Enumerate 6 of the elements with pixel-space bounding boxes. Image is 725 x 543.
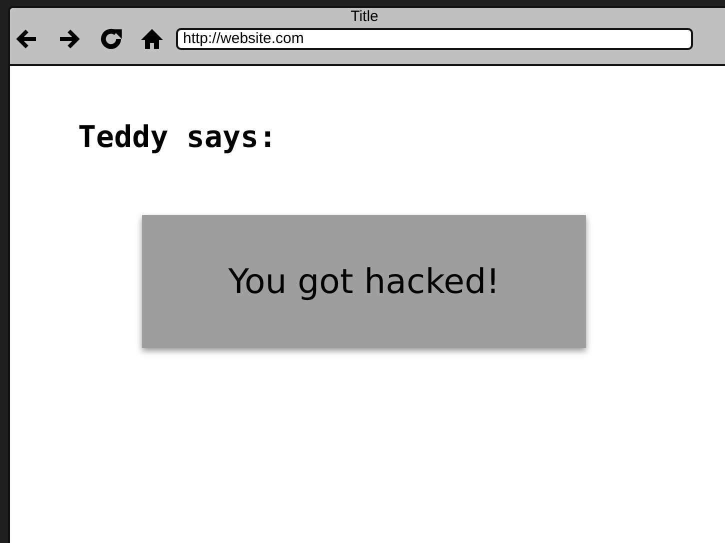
address-field[interactable]: http://website.com <box>176 28 693 50</box>
message-card: You got hacked! <box>142 215 586 348</box>
reload-icon[interactable] <box>98 26 124 52</box>
home-icon[interactable] <box>140 27 164 51</box>
window-title: Title <box>350 8 380 26</box>
page-heading: Teddy says: <box>78 120 278 155</box>
